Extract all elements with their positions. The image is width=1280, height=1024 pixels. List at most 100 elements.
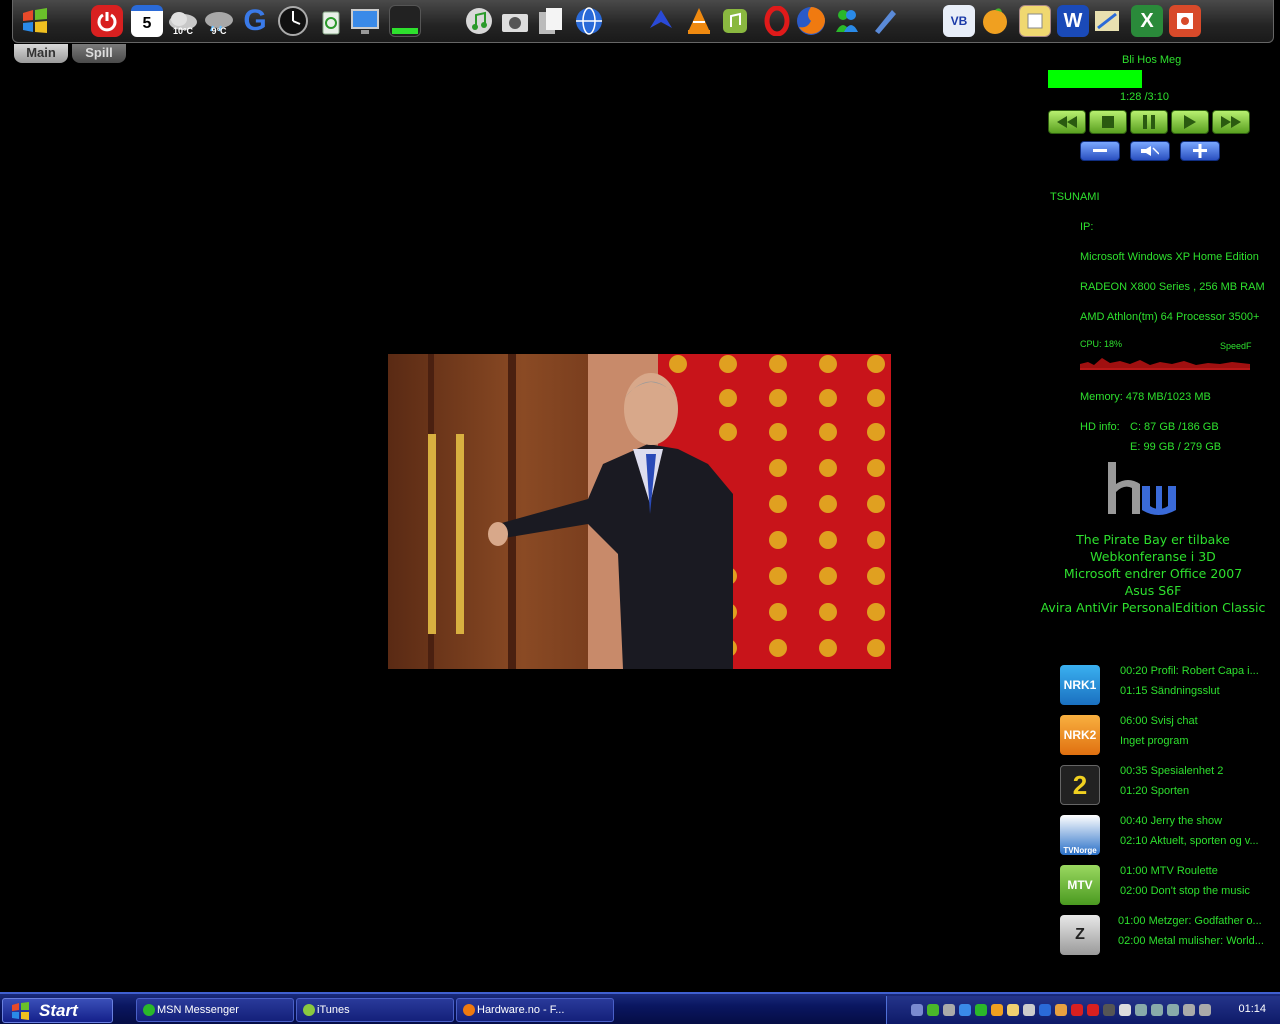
opera-icon[interactable] [761,5,793,37]
tv-now[interactable]: 00:35 Spesialenhet 2 [1120,765,1223,777]
tray-icon[interactable] [1023,1004,1035,1016]
pause-button[interactable] [1130,110,1168,134]
msn-icon [143,1004,155,1016]
tv-next[interactable]: 01:20 Sporten [1120,785,1189,797]
taskbar-clock[interactable]: 01:14 [1238,1003,1266,1015]
msn-icon[interactable] [831,5,863,37]
tv2-logo-icon[interactable]: 2 [1060,765,1100,805]
recycle-bin-icon[interactable] [315,5,347,37]
tray-icon[interactable] [1007,1004,1019,1016]
news-item[interactable]: The Pirate Bay er tilbake [1030,531,1276,548]
tv-now[interactable]: 00:40 Jerry the show [1120,815,1222,827]
notes-icon[interactable] [1019,5,1051,37]
pen-tools-icon[interactable] [869,5,901,37]
map-icon[interactable] [1091,5,1123,37]
fast-forward-button[interactable] [1212,110,1250,134]
tray-icon[interactable] [927,1004,939,1016]
mute-button[interactable] [1130,141,1170,161]
news-item[interactable]: Asus S6F [1030,582,1276,599]
camera-icon[interactable] [499,5,531,37]
network-icon[interactable] [1135,1004,1147,1016]
clock-icon[interactable] [277,5,309,37]
ztv-logo-icon[interactable]: Z [1060,915,1100,955]
play-button[interactable] [1171,110,1209,134]
weather-rain-icon[interactable]: 9°C [203,5,235,37]
start-button[interactable]: Start [2,998,113,1023]
firefox-icon[interactable] [795,5,827,37]
rewind-button[interactable] [1048,110,1086,134]
mtv-logo-icon[interactable]: MTV [1060,865,1100,905]
word-icon[interactable]: W [1057,5,1089,37]
google-icon[interactable]: G [239,4,271,37]
network-icon[interactable] [1167,1004,1179,1016]
tv-next[interactable]: 01:15 Sändningsslut [1120,685,1220,697]
calendar-icon[interactable]: 5 [131,5,163,37]
weather-cloud-icon[interactable]: 10°C [167,5,199,37]
itunes-icon[interactable] [463,5,495,37]
tray-icon[interactable] [943,1004,955,1016]
tray-icon[interactable] [1183,1004,1195,1016]
firefox-icon [463,1004,475,1016]
ati-icon[interactable] [1087,1004,1099,1016]
hardware-logo-icon[interactable] [1106,462,1186,518]
tray-icon[interactable] [1055,1004,1067,1016]
start-label: Start [39,1000,78,1020]
memory-info: Memory: 478 MB/1023 MB [1080,391,1211,403]
tray-icon[interactable] [1119,1004,1131,1016]
tray-icon[interactable] [911,1004,923,1016]
nrk2-logo-icon[interactable]: NRK2 [1060,715,1100,755]
winamp-icon[interactable] [719,5,751,37]
tv-next[interactable]: 02:00 Don't stop the music [1120,885,1250,897]
power-icon[interactable] [91,5,123,37]
task-monitor-icon[interactable] [389,5,421,37]
tray-icon[interactable] [959,1004,971,1016]
powerpoint-icon[interactable] [1169,5,1201,37]
taskbar-item-msn[interactable]: MSN Messenger [136,998,294,1022]
taskbar: Start MSN Messenger iTunes Hardware.no -… [0,992,1280,1024]
volume-down-button[interactable] [1080,141,1120,161]
taskbar-item-firefox[interactable]: Hardware.no - F... [456,998,614,1022]
tv-next[interactable]: 02:10 Aktuelt, sporten og v... [1120,835,1259,847]
monitor-icon[interactable] [349,5,381,37]
tv-now[interactable]: 01:00 MTV Roulette [1120,865,1218,877]
tv-next[interactable]: Inget program [1120,735,1188,747]
news-item[interactable]: Webkonferanse i 3D [1030,548,1276,565]
tv-now[interactable]: 01:00 Metzger: Godfather o... [1118,915,1262,927]
volume-up-button[interactable] [1180,141,1220,161]
tray-icon[interactable] [1039,1004,1051,1016]
tv-now[interactable]: 00:20 Profil: Robert Capa i... [1120,665,1259,677]
news-item[interactable]: Microsoft endrer Office 2007 [1030,565,1276,582]
tray-icon[interactable] [1103,1004,1115,1016]
tray-icon[interactable] [1071,1004,1083,1016]
volume-icon[interactable] [1199,1004,1211,1016]
tvnorge-logo-icon[interactable]: TVNorge [1060,815,1100,855]
cpu-info: AMD Athlon(tm) 64 Processor 3500+ [1080,311,1260,323]
media-time: 1:28 /3:10 [1120,91,1169,103]
network-globe-icon[interactable] [573,5,605,37]
network-icon[interactable] [1151,1004,1163,1016]
bird-icon[interactable] [645,5,677,37]
plus-icon [1193,144,1207,158]
documents-icon[interactable] [535,5,567,37]
task-label: MSN Messenger [157,1004,239,1016]
cpu-usage-graph [1080,358,1250,370]
vlc-icon[interactable] [683,5,715,37]
stop-button[interactable] [1089,110,1127,134]
nrk1-logo-icon[interactable]: NRK1 [1060,665,1100,705]
media-progress-bar[interactable] [1048,70,1142,88]
tv-next[interactable]: 02:00 Metal mulisher: World... [1118,935,1264,947]
hostname: TSUNAMI [1050,191,1100,203]
fruityloops-icon[interactable] [979,5,1011,37]
excel-icon[interactable]: X [1131,5,1163,37]
vb-icon[interactable]: VB [943,5,975,37]
tray-icon[interactable] [975,1004,987,1016]
tv-now[interactable]: 06:00 Svisj chat [1120,715,1198,727]
tray-icon[interactable] [991,1004,1003,1016]
tab-main[interactable]: Main [14,44,68,63]
minus-icon [1093,149,1107,152]
os-info: Microsoft Windows XP Home Edition [1080,251,1259,263]
tab-spill[interactable]: Spill [72,44,126,63]
windows-icon[interactable] [19,5,51,37]
news-item[interactable]: Avira AntiVir PersonalEdition Classic [1030,599,1276,616]
taskbar-item-itunes[interactable]: iTunes [296,998,454,1022]
